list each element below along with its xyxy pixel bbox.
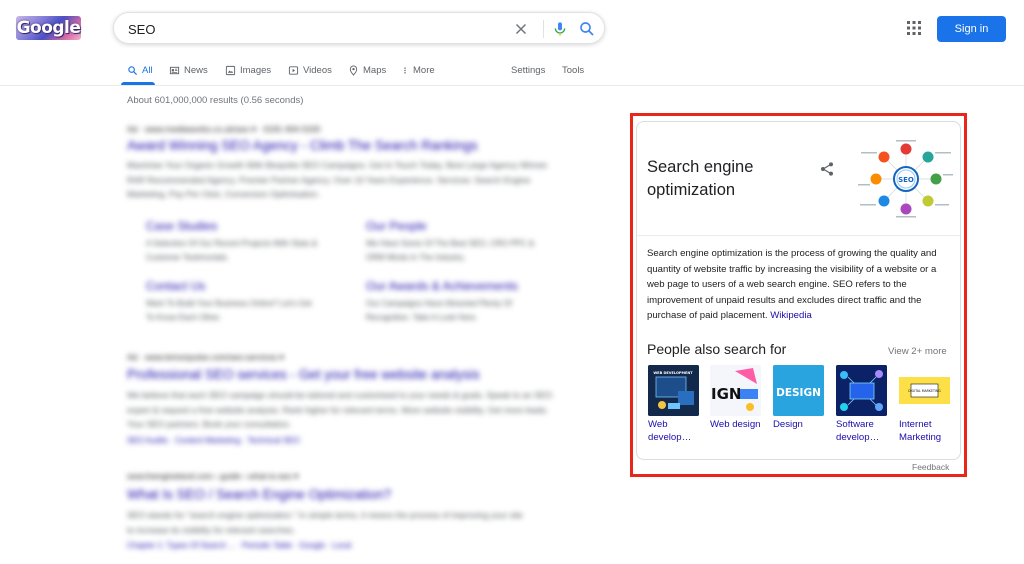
related-thumb-design[interactable]: DESIGN [773,365,824,416]
result-links[interactable]: SEO Audits · Content Marketing · Technic… [127,436,300,445]
seo-diagram-image[interactable]: SEO [858,140,954,218]
result-url: Ad · www.mediaworks.co.uk/seo ▾ · 0191 4… [127,124,321,134]
tabs-divider [0,85,1024,86]
related-label[interactable]: Software develop… [836,419,896,444]
related-label[interactable]: Design [773,419,833,432]
search-box[interactable] [113,12,605,44]
tab-label: News [184,64,208,76]
tab-images[interactable]: Images [225,63,271,77]
tab-settings[interactable]: Settings [511,63,545,77]
clear-icon[interactable] [512,20,530,38]
sign-in-button[interactable]: Sign in [937,16,1006,42]
search-icon [128,65,138,75]
result-links[interactable]: Chapter 1: Types Of Search ... · Periodi… [127,541,351,550]
tab-more[interactable]: More [401,63,435,77]
result-title[interactable]: Award Winning SEO Agency - Climb The Sea… [127,138,478,153]
svg-text:IGN: IGN [711,385,741,403]
result-snippet: We believe that each SEO campaign should… [127,390,553,429]
google-logo[interactable]: Google [16,16,81,40]
wikipedia-link[interactable]: Wikipedia [770,310,812,321]
result-title[interactable]: What Is SEO / Search Engine Optimization… [127,487,391,502]
result-stats: About 601,000,000 results (0.56 seconds) [127,95,304,106]
related-thumb-internet-marketing[interactable]: DIGITAL MARKETING [899,365,950,416]
knowledge-panel-title: Search engine optimization [647,158,754,199]
sitelink-title[interactable]: Our People [366,219,427,233]
search-input[interactable] [128,19,498,39]
sitelink-desc: Our Campaigns Have Attracted Plenty Of R… [366,299,512,322]
tab-news[interactable]: News [169,63,208,77]
share-icon[interactable] [819,161,835,177]
news-icon [169,66,180,74]
sitelink-title[interactable]: Contact Us [146,279,205,293]
more-vert-icon [404,66,406,74]
result-url: searchengineland.com › guide › what-is-s… [127,471,299,481]
svg-text:SEO: SEO [898,176,914,184]
sitelink-title[interactable]: Our Awards & Achievements [366,279,518,293]
sitelink-desc: We Have Some Of The Best SEO, CRO PPC & … [366,239,535,262]
svg-text:WEB DEVELOPMENT: WEB DEVELOPMENT [653,371,693,375]
image-icon [225,65,236,75]
feedback-link[interactable]: Feedback [912,462,949,472]
tab-label: More [413,64,435,76]
svg-text:DIGITAL MARKETING: DIGITAL MARKETING [908,389,941,393]
related-label[interactable]: Internet Marketing [899,419,959,444]
result-snippet: Maximise Your Organic Growth With Bespok… [127,160,549,199]
result-url: Ad · www.lemonpulse.com/seo-services ▾ [127,352,284,362]
sitelink-desc: Want To Build Your Business Online? Let'… [146,299,312,322]
search-divider [543,20,544,38]
tab-all[interactable]: All [127,63,153,77]
tab-label: Maps [363,64,387,76]
view-more-link[interactable]: View 2+ more [888,346,947,357]
map-pin-icon [349,64,358,76]
search-icon[interactable] [578,20,596,38]
sitelink-desc: A Selection Of Our Recent Projects With … [146,239,318,262]
svg-text:DESIGN: DESIGN [776,387,821,399]
panel-divider [637,235,960,236]
video-icon [288,65,299,75]
knowledge-panel-description: Search engine optimization is the proces… [647,246,952,324]
related-thumb-software-development[interactable] [836,365,887,416]
tab-tools[interactable]: Tools [562,63,584,77]
tab-label: All [142,64,153,76]
tab-label: Images [240,64,272,76]
tab-label: Videos [303,64,332,76]
tab-label: Settings [511,64,546,76]
tab-maps[interactable]: Maps [348,63,386,77]
related-label[interactable]: Web develop… [648,419,708,444]
result-snippet: SEO stands for "search engine optimizati… [127,510,523,535]
tab-videos[interactable]: Videos [288,63,332,77]
microphone-icon[interactable] [552,20,568,38]
related-label[interactable]: Web design [710,419,770,432]
sitelink-title[interactable]: Case Studies [146,219,217,233]
related-thumb-web-design[interactable]: IGN [710,365,761,416]
related-thumb-web-development[interactable]: WEB DEVELOPMENT [648,365,699,416]
people-also-search-title: People also search for [647,341,787,357]
apps-grid-icon[interactable] [907,21,921,35]
result-title[interactable]: Professional SEO services - Get your fre… [127,367,480,382]
tab-label: Tools [562,64,585,76]
